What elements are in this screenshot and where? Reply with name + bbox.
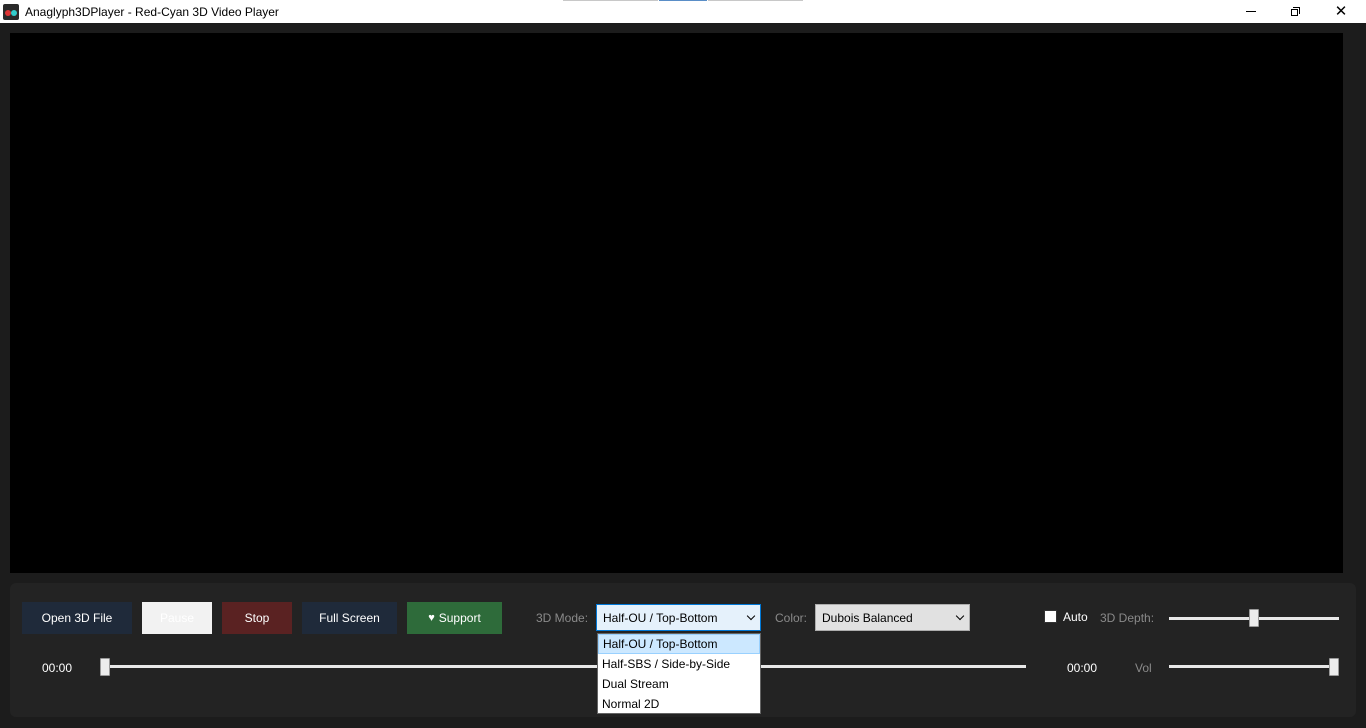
close-button[interactable]: ✕ xyxy=(1318,0,1364,23)
minimize-icon xyxy=(1246,11,1256,12)
heart-icon: ♥ xyxy=(428,612,435,624)
auto-depth-checkbox[interactable] xyxy=(1044,610,1057,623)
full-screen-button[interactable]: Full Screen xyxy=(302,602,397,634)
total-time: 00:00 xyxy=(1067,661,1098,675)
support-button[interactable]: ♥ Support xyxy=(407,602,502,634)
minimize-button[interactable] xyxy=(1228,0,1274,23)
pause-label: Pause xyxy=(159,611,195,625)
restore-icon xyxy=(1290,7,1300,16)
open-3d-file-label: Open 3D File xyxy=(41,611,113,625)
tab-indicator-active xyxy=(659,0,707,1)
volume-slider-track[interactable] xyxy=(1169,665,1339,668)
video-display[interactable] xyxy=(10,33,1343,573)
stop-button[interactable]: Stop xyxy=(222,602,292,634)
dropdown-option[interactable]: Dual Stream xyxy=(598,674,760,694)
chevron-down-icon xyxy=(746,611,756,621)
restore-button[interactable] xyxy=(1272,0,1318,23)
3d-depth-label: 3D Depth: xyxy=(1100,611,1155,625)
volume-label: Vol xyxy=(1135,661,1152,675)
stop-label: Stop xyxy=(244,611,270,625)
title-bar: Anaglyph3DPlayer - Red-Cyan 3D Video Pla… xyxy=(0,0,1366,23)
3d-mode-select[interactable]: Half-OU / Top-Bottom xyxy=(596,604,761,631)
full-screen-label: Full Screen xyxy=(319,611,380,625)
3d-mode-label: 3D Mode: xyxy=(536,611,589,625)
close-icon: ✕ xyxy=(1334,3,1348,20)
tab-indicator xyxy=(708,0,803,1)
color-label: Color: xyxy=(775,611,808,625)
auto-depth-label: Auto xyxy=(1063,610,1088,624)
window-title: Anaglyph3DPlayer - Red-Cyan 3D Video Pla… xyxy=(25,4,279,19)
dropdown-option[interactable]: Half-OU / Top-Bottom xyxy=(598,634,760,654)
pause-button[interactable]: Pause xyxy=(142,602,212,634)
dropdown-option[interactable]: Half-SBS / Side-by-Side xyxy=(598,654,760,674)
seek-slider-track[interactable] xyxy=(105,665,1026,668)
current-time: 00:00 xyxy=(42,661,73,675)
seek-slider-thumb[interactable] xyxy=(100,658,110,676)
3d-mode-selected-value: Half-OU / Top-Bottom xyxy=(603,610,718,625)
tab-indicator xyxy=(563,0,658,1)
open-3d-file-button[interactable]: Open 3D File xyxy=(22,602,132,634)
color-selected-value: Dubois Balanced xyxy=(822,610,913,625)
support-label: Support xyxy=(438,611,481,625)
3d-depth-slider-thumb[interactable] xyxy=(1249,609,1259,627)
volume-slider-thumb[interactable] xyxy=(1329,658,1339,676)
chevron-down-icon xyxy=(955,611,965,621)
3d-mode-dropdown-list: Half-OU / Top-Bottom Half-SBS / Side-by-… xyxy=(597,633,761,714)
color-select[interactable]: Dubois Balanced xyxy=(815,604,970,631)
dropdown-option[interactable]: Normal 2D xyxy=(598,694,760,714)
app-logo-icon xyxy=(3,3,19,20)
